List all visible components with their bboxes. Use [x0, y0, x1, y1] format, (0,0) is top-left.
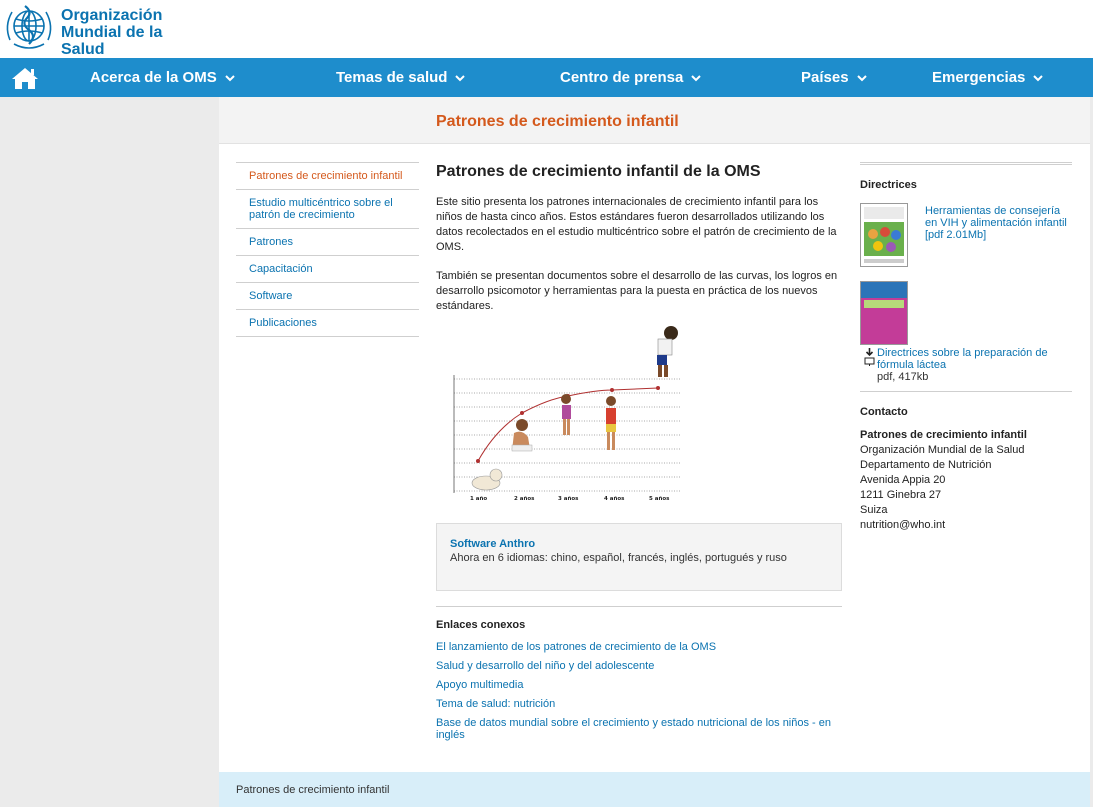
- chevron-down-icon: [225, 75, 235, 82]
- figure-label-5: 5 años: [649, 496, 670, 502]
- nav-acerca-label: Acerca de la OMS: [90, 69, 217, 86]
- who-emblem-icon: [6, 5, 52, 49]
- related-link-lanzamiento[interactable]: El lanzamiento de los patrones de crecim…: [436, 641, 842, 653]
- doc-consejeria: Herramientas de consejería en VIH y alim…: [860, 203, 1072, 267]
- leftnav-item-software[interactable]: Software: [236, 283, 419, 310]
- intro-paragraph: Este sitio presenta los patrones interna…: [436, 196, 837, 253]
- figure-label-1: 1 año: [470, 496, 487, 502]
- main-column: Patrones de crecimiento infantil de la O…: [436, 162, 842, 741]
- left-nav: Patrones de crecimiento infantil Estudio…: [236, 162, 419, 337]
- related-link-multimedia[interactable]: Apoyo multimedia: [436, 679, 842, 691]
- nav-paises[interactable]: Países: [801, 58, 867, 97]
- contact-block: Patrones de crecimiento infantil Organiz…: [860, 428, 1072, 533]
- leftnav-item-patrones-crecimiento[interactable]: Patrones de crecimiento infantil: [236, 162, 419, 190]
- related-link-base-datos[interactable]: Base de datos mundial sobre el crecimien…: [436, 717, 842, 741]
- main-nav: Acerca de la OMS Temas de salud Centro d…: [0, 58, 1093, 97]
- nav-paises-label: Países: [801, 69, 849, 86]
- anthro-promo-box: Software Anthro Ahora en 6 idiomas: chin…: [436, 523, 842, 591]
- figure-label-4: 4 años: [604, 496, 625, 502]
- right-sidebar: Directrices Herramientas de consejería e…: [860, 162, 1072, 533]
- nav-acerca[interactable]: Acerca de la OMS: [90, 58, 235, 97]
- nav-temas-label: Temas de salud: [336, 69, 448, 86]
- home-icon[interactable]: [10, 66, 40, 90]
- leftnav-item-publicaciones[interactable]: Publicaciones: [236, 310, 419, 337]
- contact-line: Avenida Appia 20: [860, 474, 946, 486]
- download-icon[interactable]: [864, 347, 875, 367]
- document-cover-thumbnail[interactable]: [860, 203, 908, 267]
- contact-line: 1211 Ginebra 27: [860, 489, 942, 501]
- logo-line-1: Organización: [61, 7, 163, 24]
- top-bar: Organización Mundial de la Salud: [0, 0, 1093, 58]
- chevron-down-icon: [856, 75, 867, 82]
- directrices-heading: Directrices: [860, 179, 917, 191]
- footer-breadcrumb: Patrones de crecimiento infantil: [219, 772, 1090, 807]
- logo-wordmark: Organización Mundial de la Salud: [61, 7, 162, 58]
- growth-illustration: 1 año 2 años 3 años 4 años 5 años: [453, 326, 681, 502]
- nav-temas[interactable]: Temas de salud: [336, 58, 466, 97]
- chevron-down-icon: [1033, 75, 1044, 82]
- related-link-salud-desarrollo[interactable]: Salud y desarrollo del niño y del adoles…: [436, 660, 842, 672]
- second-paragraph: También se presentan documentos sobre el…: [436, 270, 838, 312]
- contact-line: Organización Mundial de la Salud: [860, 444, 1025, 456]
- sidebar-divider: [860, 391, 1072, 392]
- sidebar-divider: [860, 162, 1072, 165]
- doc-formula-lactea-link[interactable]: Directrices sobre la preparación de fórm…: [877, 347, 1067, 371]
- nav-prensa-label: Centro de prensa: [560, 69, 684, 86]
- contact-email-link[interactable]: nutrition@who.int: [860, 518, 1072, 533]
- document-cover-thumbnail[interactable]: [860, 281, 908, 345]
- leftnav-item-capacitacion[interactable]: Capacitación: [236, 256, 419, 283]
- related-links: Enlaces conexos El lanzamiento de los pa…: [436, 606, 842, 741]
- nav-emergencias-label: Emergencias: [932, 69, 1026, 86]
- contact-line: Departamento de Nutrición: [860, 459, 992, 471]
- chevron-down-icon: [691, 75, 702, 82]
- content-area: Patrones de crecimiento infantil Patrone…: [219, 97, 1090, 772]
- anthro-description: Ahora en 6 idiomas: chino, español, fran…: [450, 552, 787, 564]
- figure-label-3: 3 años: [558, 496, 579, 502]
- doc-file-size: pdf, 417kb: [877, 371, 929, 383]
- page-header: Patrones de crecimiento infantil: [219, 97, 1090, 144]
- related-link-nutricion[interactable]: Tema de salud: nutrición: [436, 698, 842, 710]
- figure-label-2: 2 años: [514, 496, 535, 502]
- logo-line-2: Mundial de la Salud: [61, 24, 163, 58]
- leftnav-item-estudio[interactable]: Estudio multicéntrico sobre el patrón de…: [236, 190, 419, 229]
- doc-consejeria-link[interactable]: Herramientas de consejería en VIH y alim…: [925, 205, 1075, 241]
- page-title: Patrones de crecimiento infantil: [436, 113, 679, 130]
- footer-text[interactable]: Patrones de crecimiento infantil: [236, 784, 389, 796]
- leftnav-item-patrones[interactable]: Patrones: [236, 229, 419, 256]
- chevron-down-icon: [455, 75, 466, 82]
- anthro-software-link[interactable]: Software Anthro: [450, 538, 535, 550]
- contact-line: Suiza: [860, 504, 888, 516]
- contact-name: Patrones de crecimiento infantil: [860, 429, 1027, 441]
- contact-heading: Contacto: [860, 406, 908, 418]
- related-links-heading: Enlaces conexos: [436, 619, 526, 631]
- article-title: Patrones de crecimiento infantil de la O…: [436, 163, 761, 180]
- doc-formula-lactea: Directrices sobre la preparación de fórm…: [860, 281, 1072, 383]
- nav-prensa[interactable]: Centro de prensa: [560, 58, 702, 97]
- nav-emergencias[interactable]: Emergencias: [932, 58, 1044, 97]
